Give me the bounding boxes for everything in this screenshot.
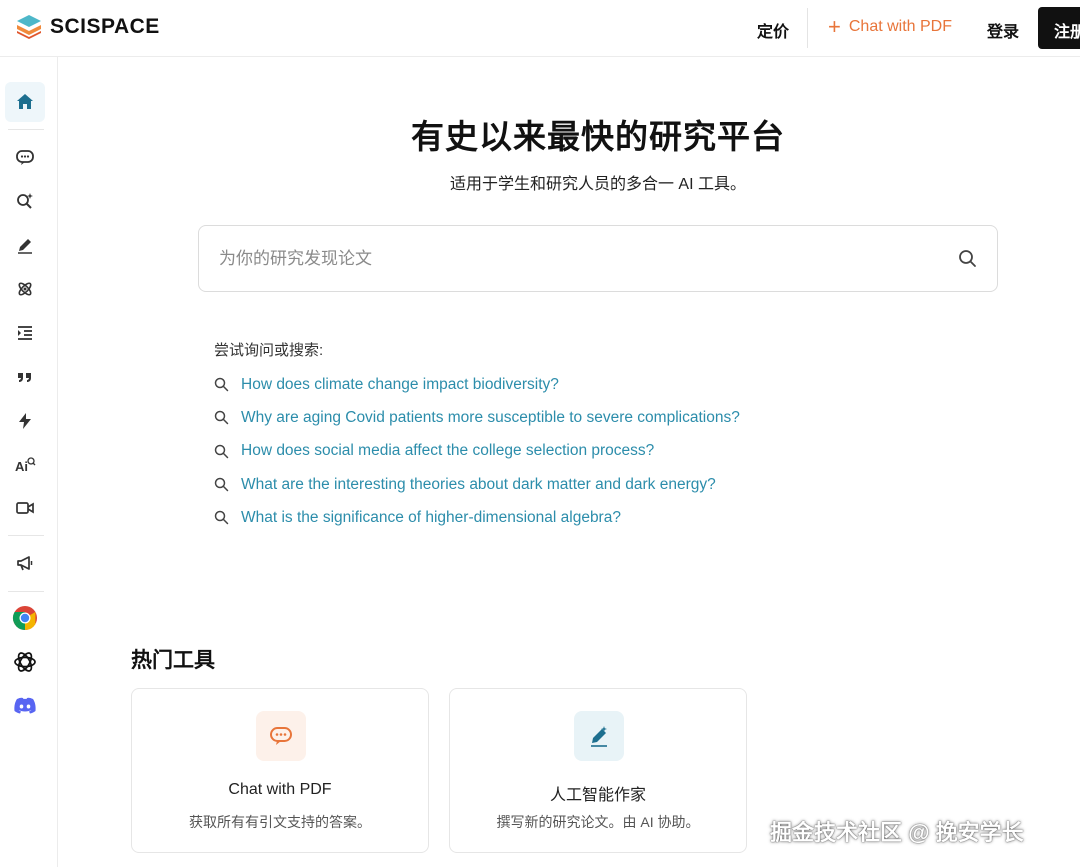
watermark: 掘金技术社区 @ 挽安学长 [770,820,1024,845]
tool-card-title: 人工智能作家 [549,787,646,804]
suggestion-item[interactable]: What are the interesting theories about … [214,468,914,501]
suggestion-text: What is the significance of higher-dimen… [241,508,621,526]
sidebar-item-citation[interactable] [5,357,45,397]
suggestion-text: How does climate change impact biodivers… [241,375,559,393]
home-icon [17,94,33,109]
chat-with-pdf-nav-label: Chat with PDF [848,18,952,35]
openai-icon [14,652,36,672]
quote-icon [18,373,31,382]
signup-button[interactable]: 注册 [1038,7,1080,49]
search-input[interactable] [219,226,939,291]
suggestion-text: How does social media affect the college… [241,442,655,460]
outline-icon [18,326,32,340]
page-subtitle: 适用于学生和研究人员的多合一 AI 工具。 [449,176,746,193]
pen-icon [591,726,607,747]
sidebar-item-chrome-extension[interactable] [5,598,45,638]
search-icon [214,511,229,525]
page-title: 有史以来最快的研究平台 [411,118,785,155]
tool-card-title: Chat with PDF [228,781,332,798]
login-link[interactable]: 登录 [987,18,1019,42]
suggestion-item[interactable]: What is the significance of higher-dimen… [214,501,914,534]
suggestion-item[interactable]: How does climate change impact biodivers… [214,368,914,401]
sidebar-item-chatgpt-plugin[interactable] [5,642,45,682]
pricing-link[interactable]: 定价 [757,18,789,42]
search-box [198,225,998,292]
sidebar-item-outline[interactable] [5,313,45,353]
chat-with-pdf-nav-button[interactable]: + Chat with PDF [828,14,952,39]
ai-detector-icon: Ai [15,457,36,474]
plus-icon: + [828,14,841,39]
suggestions-label: 尝试询问或搜索: [214,342,324,359]
sidebar-item-ai-detector[interactable]: Ai [5,445,45,485]
suggestion-text: Why are aging Covid patients more suscep… [241,408,740,426]
sidebar-item-announcements[interactable] [5,543,45,583]
top-navigation-bar: SCISPACE 定价 + Chat with PDF 登录 注册 [0,0,1080,57]
lightning-icon [19,413,31,429]
scispace-logo-icon [17,15,41,39]
tool-card-chat-with-pdf[interactable]: Chat with PDF 获取所有有引文支持的答案。 [131,688,429,853]
sidebar-separator [8,535,44,536]
search-icon [214,411,229,425]
suggestion-list: How does climate change impact biodivers… [214,368,914,534]
sidebar-separator [8,591,44,592]
tool-card-ai-writer[interactable]: 人工智能作家 撰写新的研究论文。由 AI 协助。 [449,688,747,853]
suggestion-item[interactable]: How does social media affect the college… [214,435,914,468]
scispace-logo[interactable]: SCISPACE [16,14,160,40]
suggestion-item[interactable]: Why are aging Covid patients more suscep… [214,401,914,434]
sidebar-item-discord[interactable] [5,686,45,726]
sidebar-item-fast[interactable] [5,401,45,441]
megaphone-icon [17,556,33,571]
nav-divider [807,8,808,48]
tool-card-description: 撰写新的研究论文。由 AI 协助。 [496,814,700,830]
svg-text:Ai: Ai [15,459,28,474]
search-ai-icon [17,193,33,209]
tool-card-description: 获取所有有引文支持的答案。 [189,814,371,830]
atom-icon [18,282,32,296]
sidebar-item-video[interactable] [5,488,45,528]
logo-text: SCISPACE [50,15,160,38]
search-icon [214,444,229,458]
tool-card-icon-box [256,711,306,761]
popular-tools-heading: 热门工具 [131,649,215,672]
video-icon [16,502,34,514]
search-icon [214,377,229,392]
chat-icon [270,727,292,745]
discord-icon [14,697,36,714]
sidebar-item-ai-writer[interactable] [5,225,45,265]
chrome-icon [12,606,37,630]
pen-icon [18,239,32,254]
suggestion-text: What are the interesting theories about … [241,475,716,493]
search-icon [214,477,229,492]
tool-card-icon-box [574,711,624,761]
search-icon[interactable] [957,248,979,270]
sidebar-item-concepts[interactable] [5,269,45,309]
